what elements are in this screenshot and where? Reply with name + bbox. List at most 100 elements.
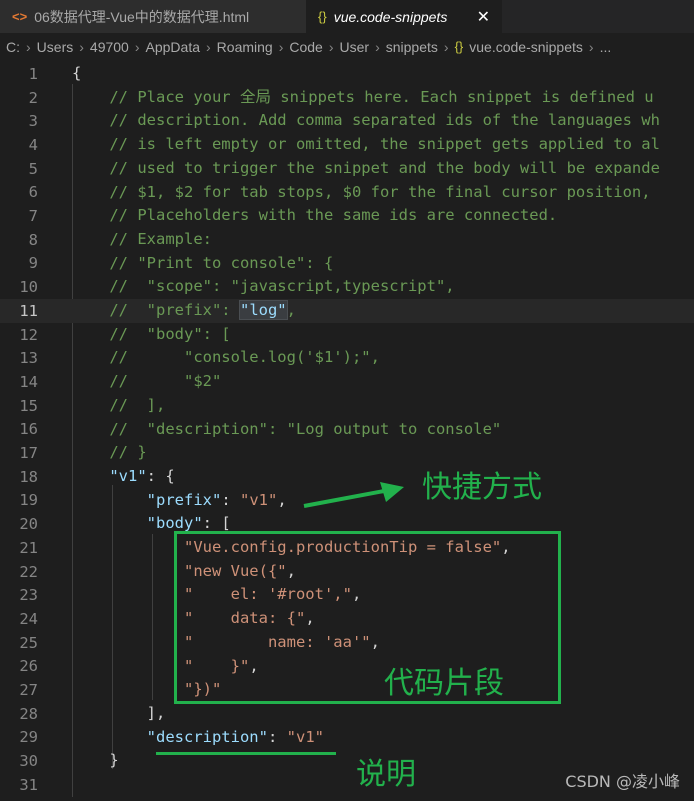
code-line[interactable]: 6 // $1, $2 for tab stops, $0 for the fi…: [0, 181, 694, 205]
code-token: // is left empty or omitted, the snippet…: [72, 135, 660, 154]
breadcrumb-item[interactable]: vue.code-snippets: [469, 39, 583, 55]
breadcrumb-item[interactable]: Users: [37, 39, 74, 55]
code-token: // "prefix":: [72, 301, 240, 319]
code-token: "v1": [239, 490, 278, 509]
tab-label: 06数据代理-Vue中的数据代理.html: [34, 8, 250, 25]
code-line[interactable]: 7 // Placeholders with the same ids are …: [0, 204, 694, 228]
close-icon[interactable]: ✕: [477, 7, 490, 27]
code-token: :: [267, 727, 287, 746]
line-number: 9: [28, 254, 38, 273]
line-number: 6: [28, 183, 38, 202]
code-token: // "scope": "javascript,typescript",: [72, 277, 455, 296]
line-number: 10: [19, 278, 38, 297]
line-number: 22: [19, 562, 38, 581]
code-line[interactable]: 11 // "prefix": "log",: [0, 299, 694, 323]
code-line[interactable]: 1{: [0, 62, 694, 86]
line-number: 19: [19, 491, 38, 510]
code-token: // "console.log('$1');",: [72, 348, 380, 367]
breadcrumb-item[interactable]: Code: [289, 39, 322, 55]
code-line[interactable]: 3 // description. Add comma separated id…: [0, 109, 694, 133]
line-number: 23: [19, 586, 38, 605]
chevron-right-icon: ›: [443, 38, 449, 55]
code-token: ,: [277, 490, 287, 509]
line-number: 14: [19, 372, 38, 391]
code-line[interactable]: 15 // ],: [0, 394, 694, 418]
code-text: // $1, $2 for tab stops, $0 for the fina…: [72, 181, 660, 205]
line-number: 2: [28, 88, 38, 107]
code-text: // "scope": "javascript,typescript",: [72, 275, 455, 299]
code-line[interactable]: 29 "description": "v1": [0, 726, 694, 750]
code-text: // "prefix": "log",: [72, 299, 296, 323]
code-token: // $1, $2 for tab stops, $0 for the fina…: [72, 182, 660, 201]
code-token: // "$2": [72, 372, 222, 391]
code-text: // is left empty or omitted, the snippet…: [72, 133, 660, 157]
line-number: 17: [19, 444, 38, 463]
breadcrumb-item[interactable]: AppData: [146, 39, 200, 55]
code-text: // description. Add comma separated ids …: [72, 109, 660, 133]
code-token: }: [72, 751, 119, 770]
code-line[interactable]: 9 // "Print to console": {: [0, 252, 694, 276]
line-number: 16: [19, 420, 38, 439]
code-token: // "Print to console": {: [72, 253, 334, 272]
line-number: 8: [28, 230, 38, 249]
code-line[interactable]: 5 // used to trigger the snippet and the…: [0, 157, 694, 181]
breadcrumb-item[interactable]: User: [340, 39, 370, 55]
breadcrumb-item[interactable]: C:: [6, 39, 20, 55]
breadcrumb-item[interactable]: 49700: [90, 39, 129, 55]
code-token: // }: [72, 443, 147, 462]
code-token: // "description": "Log output to console…: [72, 419, 502, 438]
code-token: ,: [286, 301, 296, 319]
code-line[interactable]: 8 // Example:: [0, 228, 694, 252]
code-line[interactable]: 12 // "body": [: [0, 323, 694, 347]
line-number: 13: [19, 349, 38, 368]
code-line[interactable]: 2 // Place your 全局 snippets here. Each s…: [0, 86, 694, 110]
line-number: 26: [19, 657, 38, 676]
line-number: 18: [19, 467, 38, 486]
code-line[interactable]: 13 // "console.log('$1');",: [0, 346, 694, 370]
code-token: : [: [202, 514, 231, 533]
code-text: // "console.log('$1');",: [72, 346, 380, 370]
chevron-right-icon: ›: [328, 38, 334, 55]
tab-html-file[interactable]: <> 06数据代理-Vue中的数据代理.html: [0, 0, 306, 33]
code-line[interactable]: 17 // }: [0, 441, 694, 465]
code-token: "description": [146, 727, 268, 746]
code-line[interactable]: 10 // "scope": "javascript,typescript",: [0, 275, 694, 299]
breadcrumb-item[interactable]: snippets: [386, 39, 438, 55]
code-token: {: [72, 64, 82, 82]
code-token: // Place your 全局 snippets here. Each sni…: [72, 87, 654, 106]
code-token: "v1": [109, 466, 147, 485]
code-line[interactable]: 28 ],: [0, 702, 694, 726]
code-text: // "body": [: [72, 323, 230, 347]
code-token: ],: [72, 703, 166, 722]
code-text: // "Print to console": {: [72, 252, 333, 276]
code-token: // Example:: [72, 229, 212, 248]
tab-vue-code-snippets[interactable]: {} vue.code-snippets ✕: [306, 0, 502, 33]
code-line[interactable]: 16 // "description": "Log output to cons…: [0, 418, 694, 442]
description-underline: [156, 752, 336, 755]
code-line[interactable]: 4 // is left empty or omitted, the snipp…: [0, 133, 694, 157]
annotation-explain: 说明: [356, 757, 416, 792]
code-token: // description. Add comma separated ids …: [72, 111, 660, 130]
line-number: 3: [28, 112, 38, 131]
chevron-right-icon: ›: [278, 38, 284, 55]
chevron-right-icon: ›: [26, 38, 31, 55]
chevron-right-icon: ›: [134, 38, 140, 55]
json-file-icon: {}: [318, 9, 327, 24]
chevron-right-icon: ›: [375, 38, 380, 55]
annotation-snippet: 代码片段: [384, 666, 504, 701]
code-text: "description": "v1": [72, 726, 324, 750]
breadcrumb-item[interactable]: Roaming: [217, 39, 273, 55]
code-line[interactable]: 14 // "$2": [0, 370, 694, 394]
code-token: "v1": [286, 727, 324, 746]
line-number: 21: [19, 538, 38, 557]
html-file-icon: <>: [12, 9, 28, 24]
code-text: // Place your 全局 snippets here. Each sni…: [72, 86, 654, 110]
line-number: 27: [19, 681, 38, 700]
code-text: "v1": {: [72, 465, 174, 489]
breadcrumb-item[interactable]: ...: [600, 39, 612, 55]
